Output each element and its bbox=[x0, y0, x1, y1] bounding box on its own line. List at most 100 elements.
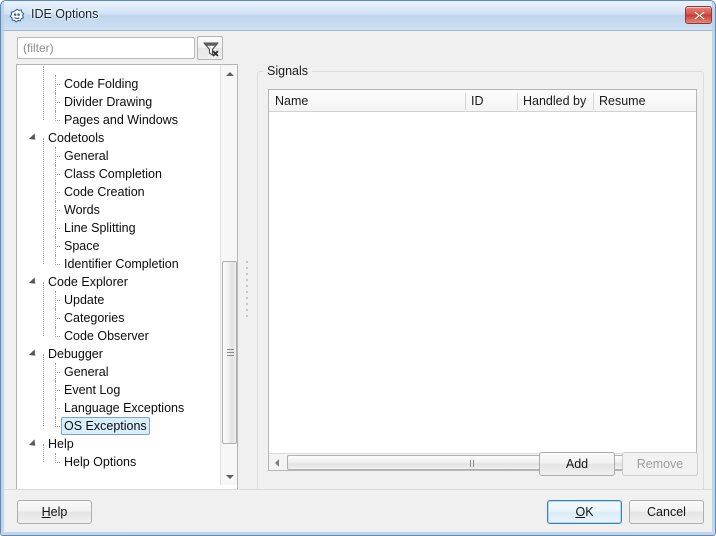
ide-options-window: IDE Options Code Folding Divider Drawing P… bbox=[0, 0, 716, 536]
tree-guide-line bbox=[55, 417, 56, 427]
tree-item-pages-and-windows[interactable]: Pages and Windows bbox=[61, 111, 181, 129]
tree-item-categories[interactable]: Categories bbox=[61, 309, 127, 327]
tree-item-general[interactable]: General bbox=[61, 147, 111, 165]
ok-accel: O bbox=[575, 505, 586, 519]
column-header-handled-by[interactable]: Handled by bbox=[517, 90, 593, 112]
close-button[interactable] bbox=[685, 6, 712, 24]
grid-scroll-left-icon[interactable] bbox=[269, 454, 286, 470]
tree-item-class-completion[interactable]: Class Completion bbox=[61, 165, 165, 183]
tree-viewport[interactable]: Code Folding Divider Drawing Pages and Win… bbox=[17, 65, 221, 485]
tree-item-divider-drawing[interactable]: Divider Drawing bbox=[61, 93, 155, 111]
expander-icon[interactable] bbox=[28, 349, 39, 359]
tree-item-label: Space bbox=[64, 239, 100, 253]
ide-options-icon bbox=[9, 8, 25, 24]
expander-icon[interactable] bbox=[28, 133, 39, 143]
tree-guide-line bbox=[43, 66, 44, 120]
filter-input[interactable] bbox=[17, 37, 195, 59]
options-tree[interactable]: Code Folding Divider Drawing Pages and Win… bbox=[16, 64, 238, 516]
dialog-body: Code Folding Divider Drawing Pages and Win… bbox=[4, 31, 714, 516]
column-header-name[interactable]: Name bbox=[269, 90, 465, 112]
ok-button[interactable]: OK bbox=[547, 500, 622, 524]
tree-item-label: Event Log bbox=[64, 383, 121, 397]
tree-item-label: Class Completion bbox=[64, 167, 162, 181]
title-bar: IDE Options bbox=[1, 1, 715, 31]
tree-guide-line bbox=[55, 309, 56, 327]
tree-item-code-explorer[interactable]: Code Explorer bbox=[28, 273, 131, 291]
tree-item-label: Help bbox=[48, 437, 74, 451]
window-title: IDE Options bbox=[31, 7, 99, 21]
tree-item-label: Debugger bbox=[48, 347, 103, 361]
help-button[interactable]: Help bbox=[17, 500, 92, 524]
tree-item-label: Line Splitting bbox=[64, 221, 136, 235]
tree-item-language-exceptions[interactable]: Language Exceptions bbox=[61, 399, 187, 417]
expander-icon[interactable] bbox=[28, 277, 39, 287]
column-header-id[interactable]: ID bbox=[465, 90, 517, 112]
tree-guide-line bbox=[55, 291, 56, 309]
signals-grid[interactable]: Name ID Handled by Resume bbox=[268, 89, 697, 471]
column-divider[interactable] bbox=[593, 93, 594, 110]
tree-item-code-folding[interactable]: Code Folding bbox=[61, 75, 141, 93]
tree-item-label: Codetools bbox=[48, 131, 105, 145]
tree-guide-line bbox=[55, 237, 56, 255]
tree-item-label: Code Creation bbox=[64, 185, 145, 199]
tree-guide-line bbox=[55, 399, 56, 417]
remove-button: Remove bbox=[622, 452, 698, 476]
tree-item-words[interactable]: Words bbox=[61, 201, 103, 219]
dialog-footer: Help OK Cancel bbox=[4, 489, 714, 534]
column-header-resume[interactable]: Resume bbox=[593, 90, 696, 112]
tree-item-label: General bbox=[64, 365, 109, 379]
tree-item-label: General bbox=[64, 149, 109, 163]
tree-item-help[interactable]: Help bbox=[28, 435, 77, 453]
tree-item-debugger[interactable]: Debugger bbox=[28, 345, 106, 363]
tree-item-label: Code Observer bbox=[64, 329, 149, 343]
expander-icon[interactable] bbox=[28, 439, 39, 449]
tree-guide-line bbox=[55, 165, 56, 183]
tree-item-update[interactable]: Update bbox=[61, 291, 107, 309]
tree-item-general[interactable]: General bbox=[61, 363, 111, 381]
tree-item-label: Categories bbox=[64, 311, 125, 325]
cancel-button[interactable]: Cancel bbox=[629, 500, 704, 524]
tree-guide-line bbox=[55, 111, 56, 121]
tree-item-event-log[interactable]: Event Log bbox=[61, 381, 123, 399]
tree-item-help-options[interactable]: Help Options bbox=[61, 453, 139, 471]
ok-button-label: K bbox=[585, 505, 594, 519]
tree-item-label: Language Exceptions bbox=[64, 401, 185, 415]
tree-item-os-exceptions[interactable]: OS Exceptions bbox=[61, 417, 150, 435]
signals-grid-header: Name ID Handled by Resume bbox=[269, 90, 696, 112]
add-button[interactable]: Add bbox=[539, 452, 615, 476]
column-divider[interactable] bbox=[517, 93, 518, 110]
filter-clear-icon[interactable] bbox=[197, 36, 223, 60]
scroll-down-icon[interactable] bbox=[221, 468, 237, 485]
signals-group-title: Signals bbox=[263, 64, 312, 78]
tree-item-label: Code Folding bbox=[64, 77, 139, 91]
tree-scroll-thumb[interactable] bbox=[222, 261, 237, 444]
tree-guide-line bbox=[55, 75, 56, 93]
panel-splitter[interactable] bbox=[244, 261, 250, 321]
tree-item-identifier-completion[interactable]: Identifier Completion bbox=[61, 255, 182, 273]
tree-guide-line bbox=[55, 219, 56, 237]
tree-guide-line bbox=[55, 363, 56, 381]
tree-item-label: Pages and Windows bbox=[64, 113, 178, 127]
help-button-label: elp bbox=[50, 505, 68, 519]
tree-vertical-scrollbar[interactable] bbox=[220, 65, 237, 485]
tree-guide-line bbox=[43, 138, 44, 264]
tree-item-line-splitting[interactable]: Line Splitting bbox=[61, 219, 139, 237]
tree-item-label: Identifier Completion bbox=[64, 257, 179, 271]
tree-guide-line bbox=[43, 282, 44, 336]
scroll-up-icon[interactable] bbox=[221, 65, 237, 82]
column-divider[interactable] bbox=[465, 93, 466, 110]
grip-icon bbox=[227, 348, 234, 357]
signals-grid-rows[interactable] bbox=[269, 112, 696, 454]
tree-guide-line bbox=[55, 201, 56, 219]
tree-guide-line bbox=[55, 147, 56, 165]
tree-item-code-creation[interactable]: Code Creation bbox=[61, 183, 148, 201]
tree-item-code-observer[interactable]: Code Observer bbox=[61, 327, 152, 345]
tree-guide-line bbox=[43, 444, 44, 462]
tree-guide-line bbox=[55, 453, 56, 463]
tree-guide-line bbox=[55, 381, 56, 399]
tree-item-codetools[interactable]: Codetools bbox=[28, 129, 107, 147]
tree-guide-line bbox=[43, 354, 44, 426]
tree-item-label: OS Exceptions bbox=[61, 417, 150, 435]
tree-item-space[interactable]: Space bbox=[61, 237, 102, 255]
tree-guide-line bbox=[55, 255, 56, 265]
